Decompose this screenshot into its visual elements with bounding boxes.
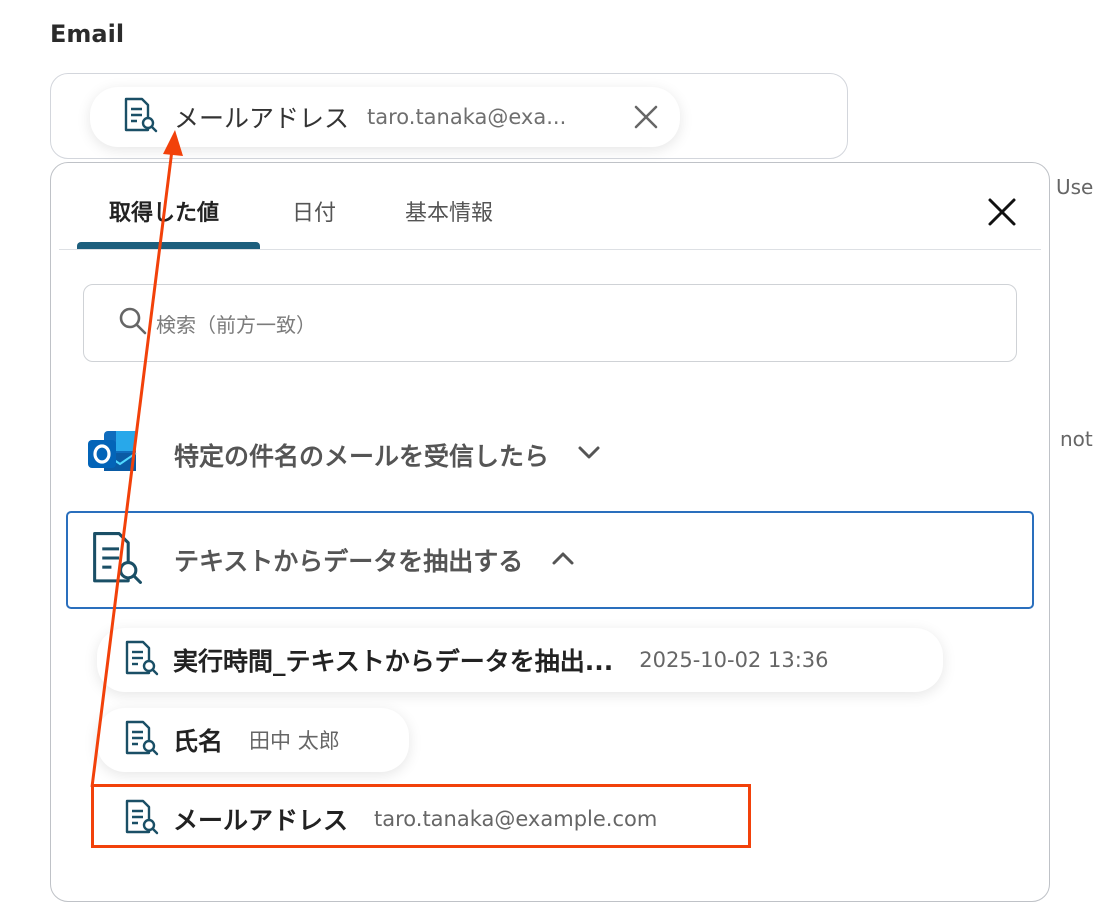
group-title-outlook: 特定の件名のメールを受信したら	[174, 442, 550, 471]
selected-pill-value: taro.tanaka@exa...	[367, 105, 567, 129]
search-input[interactable]: 検索（前方一致）	[83, 284, 1017, 362]
background-text-not: not	[1060, 427, 1093, 451]
group-outlook-trigger[interactable]: 特定の件名のメールを受信したら	[86, 425, 601, 485]
group-text-extract[interactable]: テキストからデータを抽出する	[66, 511, 1034, 609]
document-search-icon	[88, 529, 144, 591]
document-search-icon	[122, 96, 158, 138]
item-value: 2025-10-02 13:36	[639, 648, 829, 672]
search-placeholder: 検索（前方一致）	[156, 312, 316, 337]
item-value: 田中 太郎	[249, 729, 340, 753]
chevron-up-icon	[551, 550, 575, 570]
item-label: メールアドレス	[173, 806, 349, 835]
background-text-use: Use	[1056, 175, 1094, 199]
list-item-email-address[interactable]: メールアドレス taro.tanaka@example.com	[97, 787, 747, 851]
tab-divider	[59, 249, 1041, 250]
document-search-icon	[123, 719, 159, 761]
tab-acquired-values[interactable]: 取得した値	[109, 195, 219, 227]
remove-pill-icon[interactable]	[632, 103, 660, 131]
tab-date[interactable]: 日付	[292, 195, 336, 227]
group-title-extract: テキストからデータを抽出する	[174, 547, 524, 576]
tab-basic-info[interactable]: 基本情報	[405, 195, 493, 227]
item-label: 氏名	[173, 727, 224, 756]
close-panel-icon[interactable]	[985, 195, 1019, 229]
email-field-label: Email	[50, 20, 125, 48]
chevron-down-icon	[577, 445, 601, 465]
document-search-icon	[123, 798, 159, 840]
item-label: 実行時間_テキストからデータを抽出...	[173, 647, 614, 676]
list-item-execution-time[interactable]: 実行時間_テキストからデータを抽出... 2025-10-02 13:36	[97, 628, 943, 692]
item-value: taro.tanaka@example.com	[374, 807, 658, 831]
selected-value-pill[interactable]: メールアドレス taro.tanaka@exa...	[90, 87, 680, 147]
outlook-icon	[86, 427, 140, 483]
search-icon	[118, 306, 148, 340]
selected-pill-label: メールアドレス	[174, 104, 350, 133]
document-search-icon	[123, 639, 159, 681]
value-picker-panel: 取得した値 日付 基本情報 検索（前方一致） 特定の件名のメールを受信したら テ…	[50, 162, 1050, 902]
active-tab-indicator	[77, 242, 260, 249]
list-item-full-name[interactable]: 氏名 田中 太郎	[97, 708, 409, 772]
